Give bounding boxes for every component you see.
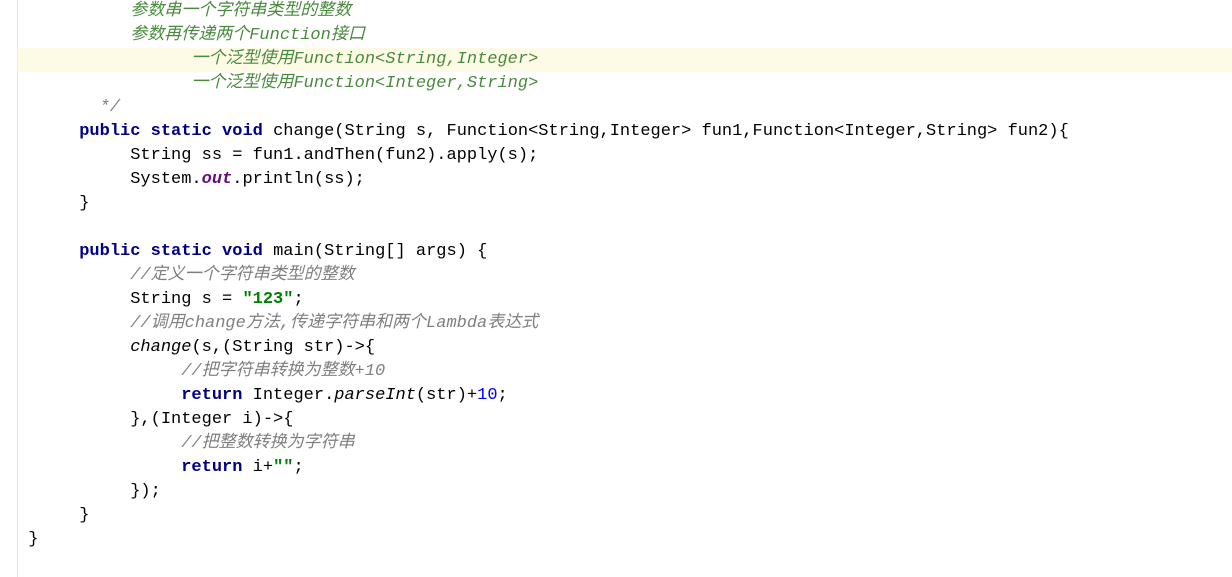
code-token: i+ (253, 458, 273, 477)
code-line[interactable]: public static void change(String s, Func… (18, 120, 1232, 144)
code-token: }); (130, 482, 161, 501)
code-token: 方法,传递字符串和两个 (246, 314, 426, 333)
code-token: return (181, 458, 252, 477)
code-token: 表达式 (487, 314, 538, 333)
code-line[interactable]: System.out.println(ss); (18, 168, 1232, 192)
code-line[interactable] (18, 216, 1232, 240)
code-line[interactable]: //把字符串转换为整数+10 (18, 360, 1232, 384)
code-line[interactable]: 参数再传递两个Function接口 (18, 24, 1232, 48)
code-line[interactable]: return Integer.parseInt(str)+10; (18, 384, 1232, 408)
code-token: //调用 (130, 314, 184, 333)
code-token: } (79, 506, 89, 525)
code-line[interactable]: String s = "123"; (18, 288, 1232, 312)
code-token: change(String s, Function<String,Integer… (273, 122, 1069, 141)
code-token: out (202, 170, 233, 189)
code-line[interactable]: */ (18, 96, 1232, 120)
code-token: public static void (79, 242, 273, 261)
code-line[interactable]: public static void main(String[] args) { (18, 240, 1232, 264)
code-token: main(String[] args) { (273, 242, 487, 261)
code-line[interactable]: },(Integer i)->{ (18, 408, 1232, 432)
code-token: (s,(String str)->{ (191, 338, 375, 357)
code-token: change (130, 338, 191, 357)
code-token: 一个泛型使用 (191, 50, 293, 69)
code-token: 接口 (331, 26, 365, 45)
code-token: } (28, 530, 38, 549)
code-area[interactable]: 参数串一个字符串类型的整数 参数再传递两个Function接口 一个泛型使用Fu… (18, 0, 1232, 577)
code-token: //把整数转换为字符串 (181, 434, 354, 453)
code-token: Integer. (253, 386, 335, 405)
code-token: 一个泛型使用 (191, 74, 293, 93)
code-line[interactable]: String ss = fun1.andThen(fun2).apply(s); (18, 144, 1232, 168)
code-line[interactable]: change(s,(String str)->{ (18, 336, 1232, 360)
code-token: },(Integer i)->{ (130, 410, 293, 429)
code-line[interactable]: } (18, 192, 1232, 216)
code-line[interactable]: return i+""; (18, 456, 1232, 480)
code-line[interactable]: //把整数转换为字符串 (18, 432, 1232, 456)
code-token: String s = (130, 290, 242, 309)
code-line[interactable]: }); (18, 480, 1232, 504)
code-token: Function<String,Integer> (293, 50, 538, 69)
code-token: "" (273, 458, 293, 477)
code-token: parseInt (334, 386, 416, 405)
code-token: 参数串一个字符串类型的整数 (130, 2, 351, 21)
code-token: public static void (79, 122, 273, 141)
code-token: "123" (242, 290, 293, 309)
code-token: ; (293, 290, 303, 309)
code-line[interactable]: 参数串一个字符串类型的整数 (18, 0, 1232, 24)
code-token: return (181, 386, 252, 405)
code-line[interactable]: 一个泛型使用Function<String,Integer> (18, 48, 1232, 72)
code-token: .println(ss); (232, 170, 365, 189)
code-editor[interactable]: 参数串一个字符串类型的整数 参数再传递两个Function接口 一个泛型使用Fu… (0, 0, 1232, 577)
code-token: Function (249, 26, 331, 45)
code-line[interactable]: } (18, 528, 1232, 552)
code-token: Function<Integer,String> (293, 74, 538, 93)
code-line[interactable]: 一个泛型使用Function<Integer,String> (18, 72, 1232, 96)
code-token: (str)+ (416, 386, 477, 405)
code-token: change (185, 314, 246, 333)
code-token: } (79, 194, 89, 213)
code-token: //把字符串转换为整数+10 (181, 362, 385, 381)
code-line[interactable]: //调用change方法,传递字符串和两个Lambda表达式 (18, 312, 1232, 336)
code-token: 10 (477, 386, 497, 405)
code-token: String ss = fun1.andThen(fun2).apply(s); (130, 146, 538, 165)
code-line[interactable]: } (18, 504, 1232, 528)
code-token: System. (130, 170, 201, 189)
code-line[interactable]: //定义一个字符串类型的整数 (18, 264, 1232, 288)
code-token: ; (498, 386, 508, 405)
code-token: 参数再传递两个 (130, 26, 249, 45)
code-token: ; (293, 458, 303, 477)
code-token: //定义一个字符串类型的整数 (130, 266, 354, 285)
code-token: */ (100, 98, 120, 117)
code-token: Lambda (426, 314, 487, 333)
gutter (0, 0, 18, 577)
